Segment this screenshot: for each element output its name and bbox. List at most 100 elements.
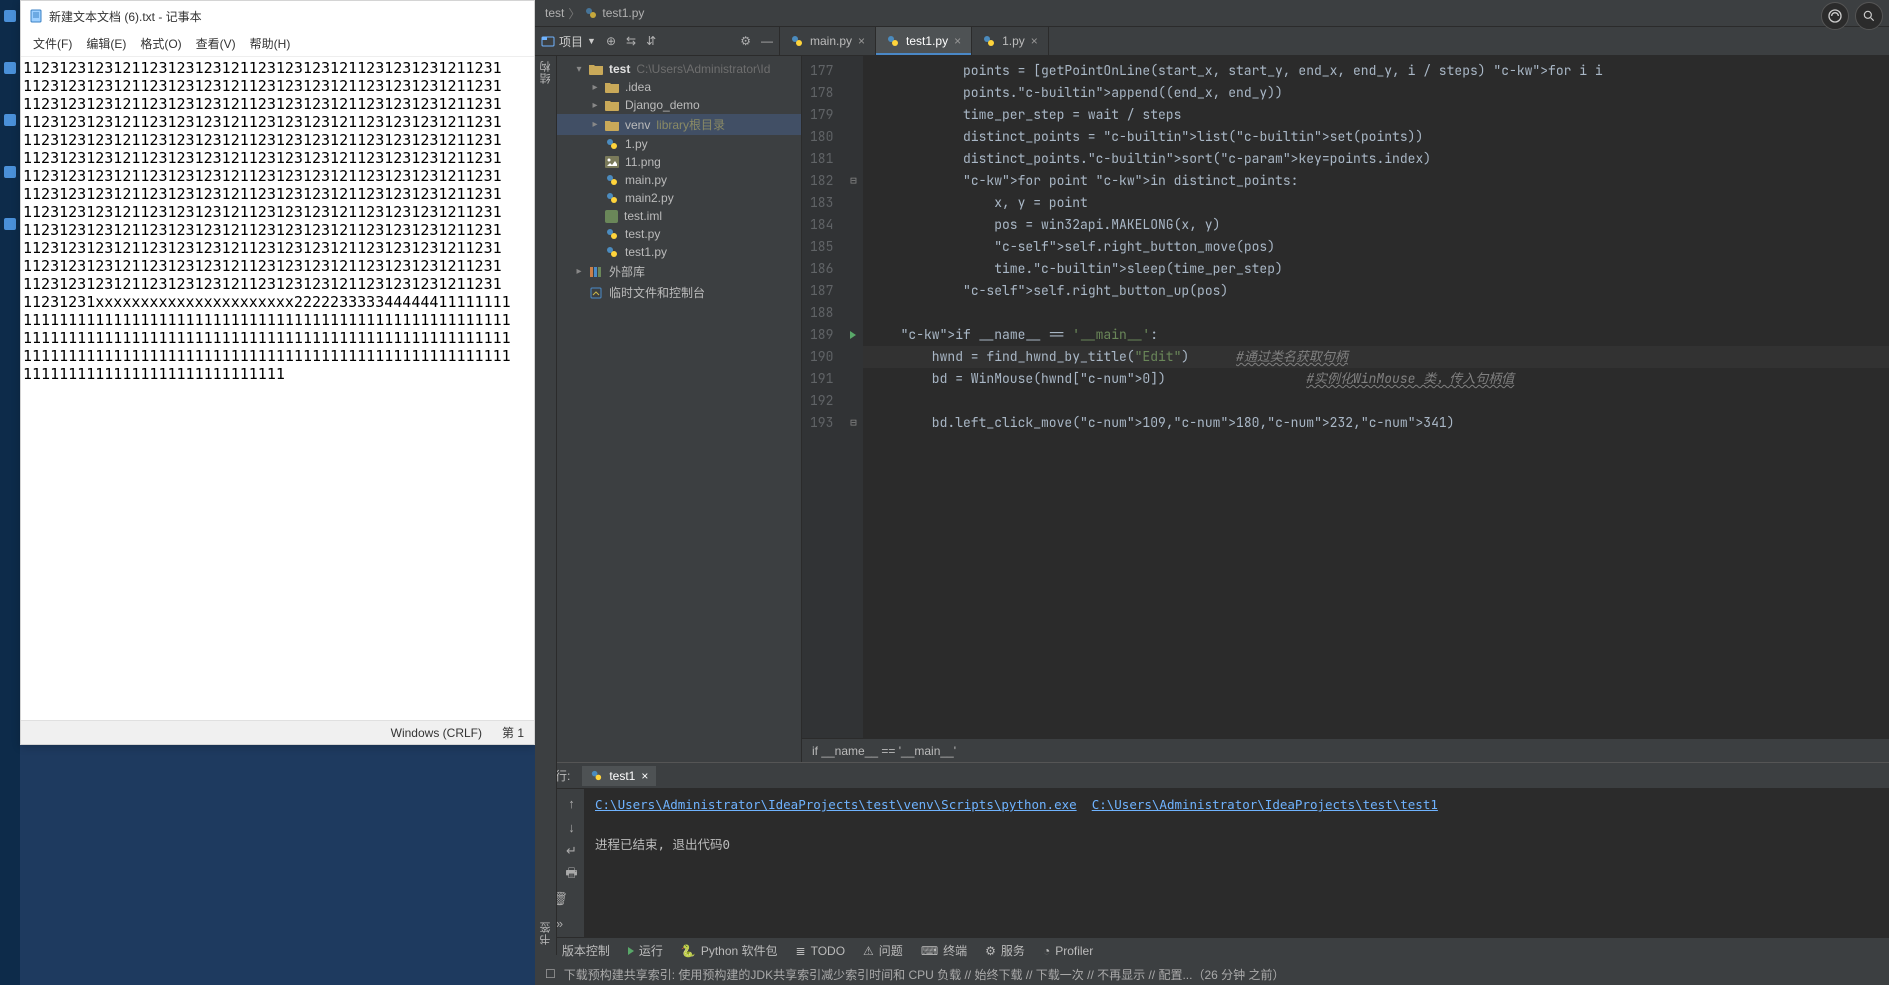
tree-node[interactable]: ▸外部库 [557, 261, 801, 282]
desktop-icon[interactable] [4, 218, 16, 230]
status-problems-button[interactable]: ⚠问题 [863, 942, 903, 959]
desktop-icon[interactable] [4, 62, 16, 74]
desktop-icon[interactable] [4, 166, 16, 178]
tree-node[interactable]: 11.png [557, 153, 801, 171]
hide-icon[interactable]: — [761, 34, 773, 48]
status-play-button[interactable]: 运行 [628, 942, 663, 959]
up-icon[interactable]: ↑ [564, 795, 580, 811]
code-editor[interactable]: 1771781791801811821831841851861871881891… [802, 56, 1889, 738]
status-message[interactable]: 下载预构建共享索引: 使用预构建的JDK共享索引减少索引时间和 CPU 负载 /… [564, 966, 1285, 983]
terminal-icon: ⌨ [921, 944, 938, 958]
scratch-icon [589, 286, 603, 300]
tree-node[interactable]: ▸Django_demo [557, 96, 801, 114]
editor-tab[interactable]: 1.py× [972, 27, 1049, 55]
python-file-icon [584, 6, 598, 20]
project-tree[interactable]: ▾test C:\Users\Administrator\Id▸.idea▸Dj… [557, 56, 802, 762]
collapse-icon[interactable]: ⇆ [626, 34, 636, 48]
notepad-titlebar[interactable]: 新建文本文档 (6).txt - 记事本 [21, 1, 534, 31]
close-icon[interactable]: × [858, 34, 865, 48]
exit-message: 进程已结束, 退出代码0 [595, 835, 1879, 855]
structure-label: 结构 [538, 60, 554, 84]
editor-tab[interactable]: test1.py × [876, 27, 972, 55]
play-icon [628, 947, 634, 955]
notepad-menubar: 文件(F) 编辑(E) 格式(O) 查看(V) 帮助(H) [21, 31, 534, 57]
python-file-icon [886, 34, 900, 48]
status-profiler-button[interactable]: ◔Profiler [1043, 944, 1093, 958]
tree-node[interactable]: ▾test C:\Users\Administrator\Id [557, 60, 801, 78]
run-output[interactable]: C:\Users\Administrator\IdeaProjects\test… [585, 789, 1889, 937]
tab-label: test1.py [906, 34, 948, 48]
project-crumb[interactable]: test [545, 6, 564, 20]
project-view-button[interactable]: 项目 ▼ [541, 33, 596, 50]
gear-icon[interactable]: ⚙ [740, 34, 751, 48]
close-icon[interactable]: × [954, 34, 961, 48]
python-file-icon [605, 173, 619, 187]
python-file-icon [982, 34, 996, 48]
python-file-icon [605, 191, 619, 205]
tree-node[interactable]: ▸venv library根目录 [557, 114, 801, 135]
file-crumb[interactable]: test1.py [602, 6, 644, 20]
status-todo-button[interactable]: ≣TODO [796, 944, 846, 958]
desktop-icon[interactable] [4, 114, 16, 126]
notepad-statusbar: Windows (CRLF) 第 1 [21, 720, 534, 744]
editor-area: 1771781791801811821831841851861871881891… [802, 56, 1889, 762]
python-exe-link[interactable]: C:\Users\Administrator\IdeaProjects\test… [595, 797, 1077, 812]
run-header: 运行: test1 × [535, 763, 1889, 789]
tree-node[interactable]: ▸.idea [557, 78, 801, 96]
python-file-icon [605, 245, 619, 259]
tree-node[interactable]: test.iml [557, 207, 801, 225]
editor-breadcrumb[interactable]: if __name__ == '__main__' [802, 738, 1889, 762]
tree-node[interactable]: 临时文件和控制台 [557, 282, 801, 303]
print-icon[interactable]: 🖶 [564, 867, 580, 883]
notepad-text-area[interactable]: 1123123123121123123123121123123123121123… [21, 57, 534, 720]
desktop-left-edge [0, 0, 20, 985]
run-config-tab[interactable]: test1 × [582, 766, 656, 786]
script-path-link[interactable]: C:\Users\Administrator\IdeaProjects\test… [1092, 797, 1438, 812]
run-gutter-icon[interactable] [850, 331, 856, 339]
code-body[interactable]: points = [getPointOnLine(start_x, start_… [863, 56, 1889, 738]
menu-view[interactable]: 查看(V) [190, 33, 242, 54]
tree-node[interactable]: test1.py [557, 243, 801, 261]
notepad-icon [29, 9, 43, 23]
chatgpt-icon[interactable] [1821, 2, 1849, 30]
image-file-icon [605, 156, 619, 168]
status-label: 问题 [879, 942, 903, 959]
notepad-window: 新建文本文档 (6).txt - 记事本 文件(F) 编辑(E) 格式(O) 查… [20, 0, 535, 745]
pycharm-window: test 〉 test1.py 项目 ▼ ⊕ ⇆ ⇵ ⚙ — main.py×t… [535, 0, 1889, 985]
editor-tab[interactable]: main.py× [780, 27, 876, 55]
desktop-icon[interactable] [4, 10, 16, 22]
folder-icon [589, 63, 603, 75]
tree-node[interactable]: main.py [557, 171, 801, 189]
python-file-icon [605, 227, 619, 241]
status-terminal-button[interactable]: ⌨终端 [921, 942, 967, 959]
python-file-icon [590, 769, 603, 782]
structure-tool-button[interactable]: 结构 [538, 60, 554, 84]
target-icon[interactable]: ⊕ [606, 34, 616, 48]
down-icon[interactable]: ↓ [564, 819, 580, 835]
bookmarks-label: 书签 [538, 921, 554, 945]
folder-icon [605, 119, 619, 131]
bookmarks-tool-button[interactable]: 书签 [538, 921, 554, 945]
menu-format[interactable]: 格式(O) [134, 33, 187, 54]
tree-node[interactable]: 1.py [557, 135, 801, 153]
run-tool-window: 运行: test1 × ↑ ■ ↓ ⊞ ↵ [535, 762, 1889, 937]
status-label: TODO [811, 944, 845, 958]
menu-edit[interactable]: 编辑(E) [80, 33, 132, 54]
search-icon[interactable] [1855, 2, 1883, 30]
close-icon[interactable]: × [1031, 34, 1038, 48]
main-split: ▾test C:\Users\Administrator\Id▸.idea▸Dj… [535, 56, 1889, 762]
soft-wrap-icon[interactable]: ↵ [564, 843, 580, 859]
status-label: 版本控制 [562, 942, 610, 959]
services-icon: ⚙ [985, 944, 996, 958]
status-services-button[interactable]: ⚙ 服务 [985, 942, 1025, 959]
close-icon[interactable]: × [641, 769, 648, 783]
tree-node[interactable]: main2.py [557, 189, 801, 207]
menu-help[interactable]: 帮助(H) [244, 33, 297, 54]
status-python-button[interactable]: 🐍Python 软件包 [681, 942, 778, 959]
menu-file[interactable]: 文件(F) [27, 33, 78, 54]
fold-column[interactable]: ⊟⊟ [843, 56, 863, 738]
profiler-icon: ◔ [1043, 944, 1050, 958]
expand-icon[interactable]: ⇵ [646, 34, 656, 48]
status-label: 服务 [1001, 942, 1025, 959]
tree-node[interactable]: test.py [557, 225, 801, 243]
